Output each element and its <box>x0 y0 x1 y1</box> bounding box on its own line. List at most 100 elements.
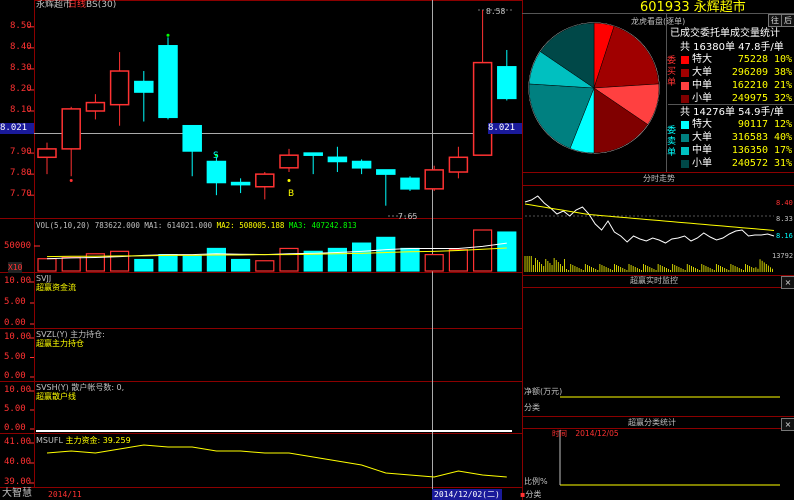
candle-body <box>279 154 299 169</box>
panel-sublegend: 超赢资金流 <box>36 283 76 292</box>
funds-tick-label: 41.00 <box>4 437 32 447</box>
main-funds-polyline <box>46 444 507 478</box>
price-tick-label: 7.90 <box>10 147 32 158</box>
candle-body <box>255 173 275 188</box>
legend-swatch <box>681 134 689 142</box>
main-funds-line <box>30 442 507 484</box>
monitor-close-button[interactable]: × <box>781 276 794 289</box>
row-pct: 40% <box>773 132 792 143</box>
prev-button[interactable]: 往 <box>768 14 782 27</box>
app-name: 大智慧 <box>2 488 32 499</box>
dragon-tiger-label[interactable]: 龙虎看盘(逐单) <box>631 16 685 27</box>
row-pct: 31% <box>773 158 792 169</box>
date-cursor: 2014/12/02(二) <box>432 489 502 500</box>
volume-bar <box>424 254 444 272</box>
stats-close-button[interactable]: × <box>781 418 794 431</box>
candle-body <box>206 160 227 184</box>
candle-body <box>61 108 81 150</box>
candle-body <box>85 101 106 112</box>
row-value: 90117 <box>737 119 768 130</box>
row-label: 中单 <box>692 145 712 156</box>
legend-swatch <box>681 121 689 129</box>
row-pct: 38% <box>773 67 792 78</box>
signal-dot <box>166 33 170 37</box>
price-tick-label: 8.40 <box>10 41 32 52</box>
period-label[interactable]: 日线 <box>68 0 86 11</box>
row-label: 中单 <box>692 80 712 91</box>
stats-ratio-label: 比例% <box>524 477 548 486</box>
volume-legend: VOL(5,10,20) 783622.000 MA1: 614021.000 … <box>36 221 357 230</box>
monitor-title: 超赢实时监控 <box>630 276 678 285</box>
candle-body <box>327 156 348 163</box>
intraday-price-high: 8.40 <box>776 199 793 207</box>
candle-body <box>351 160 372 169</box>
legend-swatch <box>681 147 689 155</box>
panel-tick-label: 10.00 <box>4 276 32 286</box>
candle-body <box>497 66 517 100</box>
candle-body <box>182 124 202 152</box>
low-marker: 7.65 <box>398 212 418 221</box>
row-pct: 10% <box>773 54 792 65</box>
legend-swatch <box>681 95 689 103</box>
panel-tick-label: 0.00 <box>4 371 26 381</box>
volume-bar <box>497 231 517 272</box>
sell-signal: S <box>213 151 219 161</box>
panel-tick-label: 0.00 <box>4 423 26 433</box>
stock-code-title: 601933 永辉超市 <box>640 0 746 15</box>
row-value: 136350 <box>731 145 768 156</box>
date-left: 2014/11 <box>48 490 82 499</box>
main-funds-legend: MSUFL 主力资金: 39.259 <box>36 436 131 445</box>
row-label: 小单 <box>692 158 712 169</box>
row-pct: 32% <box>773 93 792 104</box>
row-label: 大单 <box>692 132 712 143</box>
price-tick-label: 8.20 <box>10 83 32 94</box>
candle-body <box>158 45 178 119</box>
buy-signal: B <box>288 189 295 199</box>
candle-body <box>472 61 493 156</box>
legend-swatch <box>681 160 689 168</box>
monitor-net-label: 净额(万元) <box>524 387 563 396</box>
high-marker: 8.58 <box>486 7 506 16</box>
candle-body <box>37 148 57 159</box>
volume-bar <box>231 258 251 272</box>
row-label: 小单 <box>692 93 712 104</box>
row-value: 75228 <box>737 54 768 65</box>
row-value: 316583 <box>731 132 768 143</box>
intraday-price-mid: 8.33 <box>776 215 793 223</box>
row-value: 296209 <box>731 67 768 78</box>
price-tick-label: 8.50 <box>10 20 32 31</box>
candlestick-series <box>37 10 517 206</box>
intraday-chart <box>524 195 780 486</box>
legend-swatch <box>681 69 689 77</box>
volume-bar <box>134 258 154 272</box>
candle-body <box>424 169 444 190</box>
volume-unit: X10 <box>8 262 23 273</box>
volume-bar <box>352 242 372 272</box>
candle-body <box>448 156 469 173</box>
stats-title: 已成交委托单成交量统计 <box>670 28 780 39</box>
indicator-label[interactable]: BS(30) <box>86 0 116 11</box>
panel-tick-label: 5.00 <box>4 351 26 362</box>
volume-bar <box>109 250 130 272</box>
volume-bar <box>206 247 226 272</box>
candle-body <box>134 80 154 93</box>
candle-body <box>109 70 130 106</box>
signal-dot <box>69 178 73 182</box>
row-pct: 12% <box>773 119 792 130</box>
price-tick-label: 8.30 <box>10 62 32 73</box>
intraday-price-low: 8.16 <box>776 232 793 240</box>
signal-dot <box>287 178 291 182</box>
candle-body <box>230 181 251 186</box>
legend-swatch <box>681 56 689 64</box>
panel-sublegend: 超赢散户线 <box>36 392 76 401</box>
funds-tick-label: 40.00 <box>4 457 32 467</box>
row-value: 249975 <box>731 93 768 104</box>
monitor-category-label: 分类 <box>524 403 540 412</box>
volume-bar <box>158 254 178 272</box>
panel-sublegend: 超赢主力持仓 <box>36 339 84 348</box>
candle-body <box>376 169 396 175</box>
next-button[interactable]: 后 <box>781 14 794 27</box>
intraday-volume-max: 13792 <box>772 252 794 260</box>
cursor-price-left: 8.021 <box>0 123 34 134</box>
row-value: 240572 <box>731 158 768 169</box>
